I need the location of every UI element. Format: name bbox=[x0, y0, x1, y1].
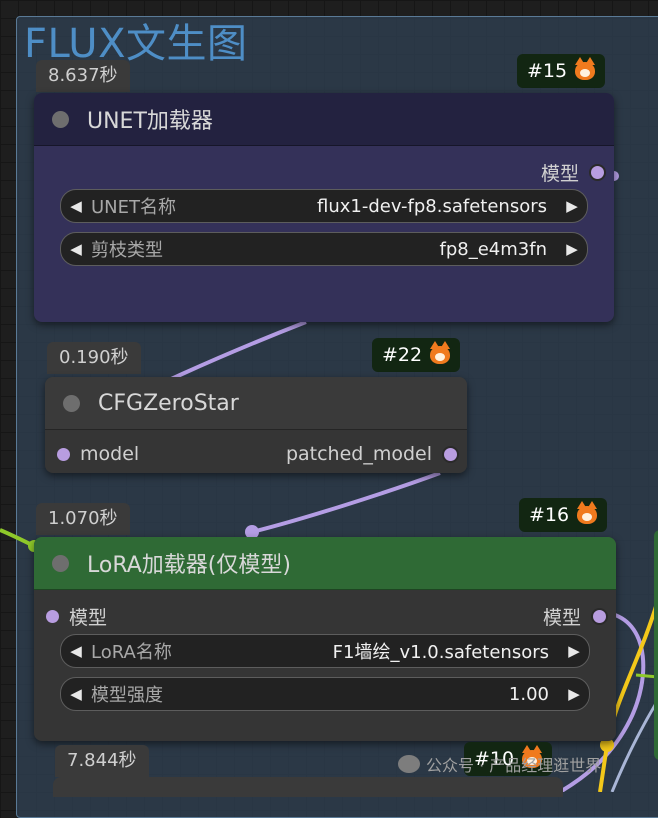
cfg-node-header[interactable]: CFGZeroStar bbox=[45, 377, 467, 430]
unet-dtype-value[interactable]: fp8_e4m3fn bbox=[163, 239, 557, 260]
lora-output-slot[interactable]: 模型 bbox=[543, 603, 608, 630]
lora-node-header[interactable]: LoRA加载器(仅模型) bbox=[34, 537, 616, 590]
cfg-zero-star-node[interactable]: CFGZeroStar model patched_model bbox=[45, 377, 467, 473]
unet-dtype-widget[interactable]: ◀ 剪枝类型 fp8_e4m3fn ▶ bbox=[60, 232, 588, 266]
unet-output-label: 模型 bbox=[540, 163, 579, 185]
unet-name-value[interactable]: flux1-dev-fp8.safetensors bbox=[176, 196, 557, 217]
unet-name-widget[interactable]: ◀ UNET名称 flux1-dev-fp8.safetensors ▶ bbox=[60, 189, 588, 223]
node-status-dot[interactable] bbox=[52, 110, 69, 128]
cfg-output-slot[interactable]: patched_model bbox=[286, 443, 459, 465]
watermark-text: 公众号 · 产品经理逛世界 bbox=[426, 756, 602, 775]
input-pin-icon[interactable] bbox=[57, 447, 70, 461]
lora-strength-widget[interactable]: ◀ 模型强度 1.00 ▶ bbox=[60, 677, 590, 711]
input-pin-icon[interactable] bbox=[46, 610, 59, 623]
wire-cfg-to-lora[interactable] bbox=[251, 471, 441, 534]
lora-loader-node[interactable]: LoRA加载器(仅模型) 模型 模型 ◀ LoRA名称 F1墙绘_v1.0.sa… bbox=[34, 537, 616, 741]
cfg-input-label: model bbox=[80, 443, 140, 465]
next-arrow-icon[interactable]: ▶ bbox=[559, 642, 589, 660]
offscreen-node-edge[interactable] bbox=[654, 530, 658, 760]
lora-id-badge: #16 bbox=[519, 498, 608, 532]
lora-name-label: LoRA名称 bbox=[91, 642, 172, 663]
unet-timing: 8.637秒 bbox=[36, 60, 130, 92]
unet-id: #15 bbox=[527, 60, 568, 82]
lora-timing: 1.070秒 bbox=[36, 503, 130, 535]
unet-node-title: UNET加载器 bbox=[87, 109, 213, 134]
node-status-dot[interactable] bbox=[52, 554, 69, 572]
prev-arrow-icon[interactable]: ◀ bbox=[61, 240, 91, 258]
lora-name-widget[interactable]: ◀ LoRA名称 F1墙绘_v1.0.safetensors ▶ bbox=[60, 634, 590, 668]
lora-name-value[interactable]: F1墙绘_v1.0.safetensors bbox=[172, 638, 559, 664]
watermark: 公众号 · 产品经理逛世界 bbox=[398, 752, 601, 776]
lora-id: #16 bbox=[529, 504, 570, 526]
unet-dtype-label: 剪枝类型 bbox=[91, 240, 163, 261]
fox-icon bbox=[577, 501, 598, 524]
lora-input-label: 模型 bbox=[69, 607, 108, 629]
next-arrow-icon[interactable]: ▶ bbox=[557, 197, 587, 215]
unet-loader-node[interactable]: UNET加载器 模型 ◀ UNET名称 flux1-dev-fp8.safete… bbox=[34, 93, 614, 322]
prev-arrow-icon[interactable]: ◀ bbox=[61, 197, 91, 215]
cfg-id-badge: #22 bbox=[372, 338, 461, 372]
unet-id-badge: #15 bbox=[517, 54, 606, 88]
cfg-id: #22 bbox=[382, 344, 423, 366]
cfg-node-title: CFGZeroStar bbox=[98, 390, 239, 416]
fox-icon bbox=[430, 341, 451, 364]
cfg-timing: 0.190秒 bbox=[47, 342, 141, 374]
lora-input-slot[interactable]: 模型 bbox=[46, 603, 107, 630]
fox-icon bbox=[575, 57, 596, 80]
cfg-output-label: patched_model bbox=[285, 443, 432, 465]
node-status-dot[interactable] bbox=[63, 394, 80, 412]
unet-name-label: UNET名称 bbox=[91, 197, 177, 218]
output-pin-icon[interactable] bbox=[442, 445, 459, 463]
bottom-timing: 7.844秒 bbox=[55, 745, 149, 777]
unet-node-header[interactable]: UNET加载器 bbox=[34, 93, 614, 146]
output-pin-icon[interactable] bbox=[589, 164, 606, 181]
unet-output-slot[interactable]: 模型 bbox=[541, 159, 606, 186]
prev-arrow-icon[interactable]: ◀ bbox=[61, 685, 91, 703]
next-arrow-icon[interactable]: ▶ bbox=[559, 685, 589, 703]
lora-node-title: LoRA加载器(仅模型) bbox=[87, 553, 291, 578]
lora-strength-value[interactable]: 1.00 bbox=[163, 684, 559, 705]
lora-strength-label: 模型强度 bbox=[91, 685, 163, 706]
cfg-input-slot[interactable]: model bbox=[57, 443, 139, 465]
prev-arrow-icon[interactable]: ◀ bbox=[61, 642, 91, 660]
next-arrow-icon[interactable]: ▶ bbox=[557, 240, 587, 258]
lora-output-label: 模型 bbox=[542, 607, 581, 629]
wechat-icon bbox=[398, 755, 420, 773]
output-pin-icon[interactable] bbox=[591, 608, 608, 625]
bottom-node-header[interactable] bbox=[53, 777, 563, 797]
